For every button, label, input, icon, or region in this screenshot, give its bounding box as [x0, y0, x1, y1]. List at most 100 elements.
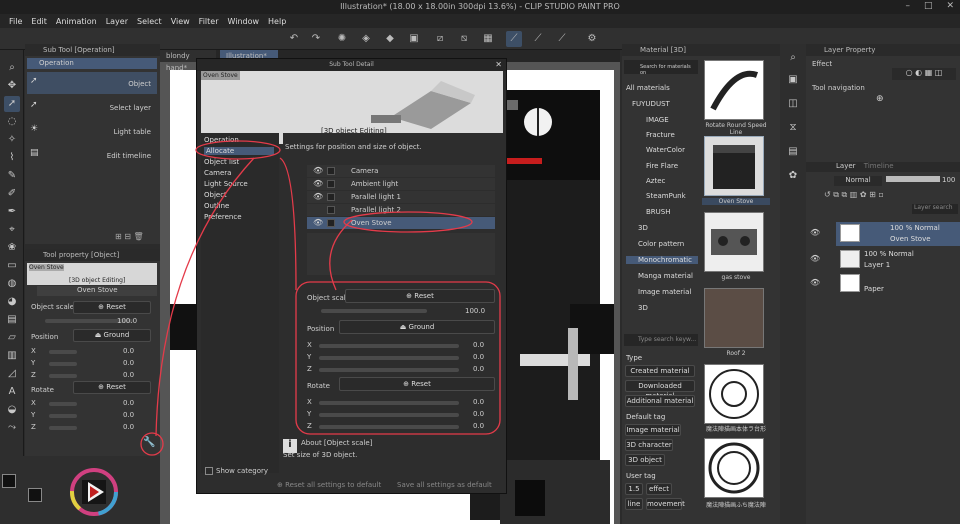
history-icon[interactable]: ⧖ — [785, 120, 801, 136]
dlg-pos-y-value[interactable]: 0.0 — [473, 353, 484, 361]
dlg-pos-z-slider[interactable] — [319, 368, 459, 372]
minimize-icon[interactable]: – — [905, 1, 910, 11]
downloaded-material-button[interactable]: Downloaded material — [625, 380, 695, 400]
category-light-source[interactable]: Light Source — [204, 180, 248, 188]
menu-window[interactable]: Window — [227, 17, 259, 26]
tree-image[interactable]: IMAGE — [646, 116, 669, 124]
category-preference[interactable]: Preference — [204, 213, 242, 221]
airbrush-tool-icon[interactable]: ⌖ — [4, 222, 20, 238]
dlg-pos-z-value[interactable]: 0.0 — [473, 365, 484, 373]
sub-tool-select-layer[interactable]: ➚ Select layer — [27, 96, 157, 118]
sub-tool-light-table[interactable]: ☀ Light table — [27, 120, 157, 142]
transform-icon[interactable]: ▣ — [406, 31, 422, 47]
tag-effect[interactable]: effect — [646, 483, 672, 495]
redo-icon[interactable]: ↷ — [308, 31, 324, 47]
thumb-magic-circle-2[interactable] — [704, 438, 764, 498]
text-tool-icon[interactable]: A — [4, 384, 20, 400]
lock-box[interactable] — [327, 180, 335, 188]
tree-color-pattern[interactable]: Color pattern — [638, 240, 684, 248]
sub-tool-group[interactable]: Operation — [27, 58, 157, 69]
lasso-tool-icon[interactable]: ◌ — [4, 114, 20, 130]
ruler-icon[interactable]: ⟋ — [530, 31, 546, 47]
layer-oven-stove[interactable]: 100 % Normal Oven Stove — [836, 222, 960, 246]
object-select[interactable]: Oven Stove — [37, 286, 157, 296]
dlg-rot-z-slider[interactable] — [319, 425, 459, 429]
tree-3d-2[interactable]: 3D — [638, 304, 648, 312]
dlg-reset-scale-button[interactable]: ⊕ Reset — [345, 289, 495, 303]
thumb-rotate-round-speed-line[interactable] — [704, 60, 764, 120]
blend-tool-icon[interactable]: ◍ — [4, 276, 20, 292]
thumb-gas-stove[interactable] — [704, 212, 764, 272]
material-search-online[interactable]: Search for materials on — [624, 60, 698, 76]
maximize-icon[interactable]: □ — [924, 1, 933, 11]
opacity-value[interactable]: 100 — [942, 176, 955, 184]
layer-paper[interactable]: Paper — [836, 272, 960, 296]
dlg-rot-y-value[interactable]: 0.0 — [473, 410, 484, 418]
tag-3d-character[interactable]: 3D character — [625, 439, 673, 451]
menu-file[interactable]: File — [9, 17, 22, 26]
dlg-rot-x-value[interactable]: 0.0 — [473, 398, 484, 406]
dialog-close-icon[interactable]: ✕ — [495, 60, 502, 69]
layer-search[interactable]: Layer search — [912, 204, 958, 214]
thumb-magic-circle-1[interactable] — [704, 364, 764, 424]
eye-icon[interactable]: 👁 — [313, 179, 323, 188]
category-operation[interactable]: Operation — [204, 136, 239, 144]
material-panel-icon[interactable]: ✿ — [785, 168, 801, 184]
tag-1-5[interactable]: 1.5 — [625, 483, 643, 495]
gradient-tool-icon[interactable]: ▤ — [4, 312, 20, 328]
pos-y-value[interactable]: 0.0 — [123, 359, 134, 367]
move-tool-icon[interactable]: ✥ — [4, 78, 20, 94]
operation-tool-icon[interactable]: ➚ — [4, 96, 20, 112]
object-row-ambient-light[interactable]: 👁 Ambient light — [307, 178, 495, 190]
clear-icon[interactable]: ◈ — [358, 31, 374, 47]
fill-icon[interactable]: ◆ — [382, 31, 398, 47]
menu-select[interactable]: Select — [137, 17, 162, 26]
dlg-pos-x-slider[interactable] — [319, 344, 459, 348]
ground-button[interactable]: ⏏ Ground — [73, 329, 151, 342]
eraser-tool-icon[interactable]: ▭ — [4, 258, 20, 274]
tab-layer[interactable]: Layer — [836, 162, 856, 170]
main-color-swatch[interactable] — [2, 474, 16, 488]
wand-tool-icon[interactable]: ✧ — [4, 132, 20, 148]
dlg-reset-rotate-button[interactable]: ⊕ Reset — [339, 377, 495, 391]
object-row-oven-stove[interactable]: 👁 Oven Stove — [307, 217, 495, 229]
blend-mode-select[interactable]: Normal — [834, 176, 882, 186]
ruler-tool-icon[interactable]: ◿ — [4, 366, 20, 382]
dlg-rot-z-value[interactable]: 0.0 — [473, 422, 484, 430]
tab-timeline[interactable]: Timeline — [864, 162, 894, 170]
menu-help[interactable]: Help — [268, 17, 286, 26]
tree-3d[interactable]: 3D — [638, 224, 648, 232]
eye-icon[interactable]: 👁 — [810, 254, 820, 263]
frame-tool-icon[interactable]: ▥ — [4, 348, 20, 364]
reset-scale-button[interactable]: ⊕ Reset — [73, 301, 151, 314]
pos-z-value[interactable]: 0.0 — [123, 371, 134, 379]
rot-y-value[interactable]: 0.0 — [123, 411, 134, 419]
info-panel-icon[interactable]: ◫ — [785, 96, 801, 112]
eye-icon[interactable]: 👁 — [810, 278, 820, 287]
layer-layer-1[interactable]: 100 % Normal Layer 1 — [836, 248, 960, 272]
lock-box[interactable] — [327, 167, 335, 175]
eye-icon[interactable]: 👁 — [313, 192, 323, 201]
correct-line-tool-icon[interactable]: ⤳ — [4, 420, 20, 436]
navigator-icon[interactable]: ⌕ — [785, 50, 801, 66]
zoom-tool-icon[interactable]: ⌕ — [4, 60, 20, 76]
dlg-pos-y-slider[interactable] — [319, 356, 459, 360]
pen-tool-icon[interactable]: ✎ — [4, 168, 20, 184]
pos-z-slider[interactable] — [49, 374, 77, 378]
tree-brush[interactable]: BRUSH — [646, 208, 671, 216]
eye-icon[interactable]: 👁 — [313, 166, 323, 175]
pos-y-slider[interactable] — [49, 362, 77, 366]
decoration-tool-icon[interactable]: ❀ — [4, 240, 20, 256]
fill-tool-icon[interactable]: ◕ — [4, 294, 20, 310]
dlg-scale-slider[interactable] — [321, 309, 427, 313]
menu-layer[interactable]: Layer — [106, 17, 128, 26]
sub-color-swatch[interactable] — [28, 488, 42, 502]
tree-aztec[interactable]: Aztec — [646, 177, 665, 185]
effect-icons[interactable]: ○ ◐ ▦ ◫ — [892, 68, 956, 80]
sub-view-icon[interactable]: ▣ — [785, 72, 801, 88]
rot-x-slider[interactable] — [49, 402, 77, 406]
material-keyword-search[interactable]: Type search keyw... — [624, 334, 698, 346]
menu-filter[interactable]: Filter — [199, 17, 219, 26]
category-allocate[interactable]: Allocate — [204, 147, 274, 155]
undo-icon[interactable]: ↶ — [286, 31, 302, 47]
